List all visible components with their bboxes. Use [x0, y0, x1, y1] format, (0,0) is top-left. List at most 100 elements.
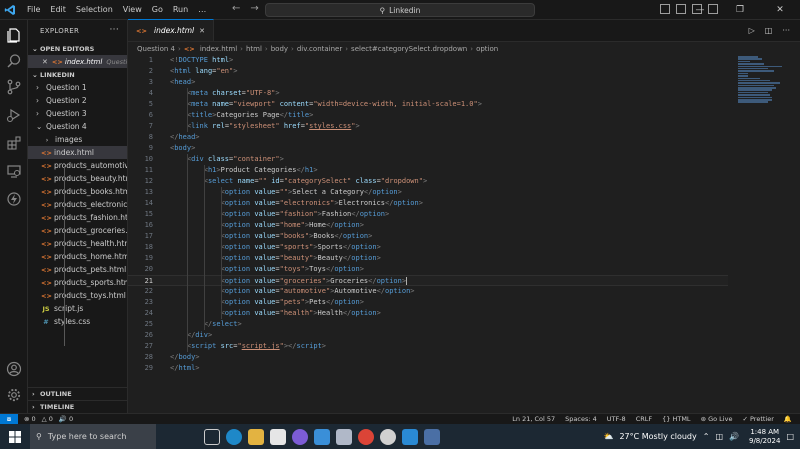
- run-icon[interactable]: ▷: [749, 26, 755, 35]
- file-item[interactable]: <> index.html: [28, 146, 127, 159]
- media-player-icon[interactable]: [292, 428, 308, 445]
- task-view-icon[interactable]: [204, 428, 220, 445]
- file-item[interactable]: <>products_automotiv...: [28, 159, 127, 172]
- network-icon[interactable]: ◫: [715, 432, 723, 441]
- code-line: <h1>Product Categories</h1>: [203, 166, 318, 174]
- file-item[interactable]: <> products_beauty.html: [28, 172, 127, 185]
- workspace-header[interactable]: ⌄ LINKEDIN: [28, 68, 127, 81]
- toggle-sidebar-icon[interactable]: [660, 4, 670, 14]
- more-actions-icon[interactable]: ···: [782, 26, 790, 35]
- close-tab-icon[interactable]: ✕: [199, 27, 205, 35]
- volume-icon[interactable]: 🔊: [729, 432, 739, 441]
- windows-start-icon[interactable]: [0, 430, 30, 443]
- close-icon[interactable]: ✕: [760, 0, 800, 20]
- back-arrow-icon[interactable]: ←: [232, 3, 240, 14]
- remote-explorer-icon[interactable]: [5, 162, 23, 180]
- file-item[interactable]: <> products_sports.html: [28, 276, 127, 289]
- breadcrumb-item[interactable]: index.html: [200, 45, 237, 53]
- explorer-icon[interactable]: [5, 26, 23, 44]
- folder-item[interactable]: › images: [28, 133, 127, 146]
- indentation[interactable]: Spaces: 4: [565, 415, 597, 423]
- menu-selection[interactable]: Selection: [71, 0, 118, 20]
- notifications-bell-icon[interactable]: 🔔: [784, 415, 792, 423]
- command-center-search[interactable]: ⚲ Linkedin: [265, 3, 535, 17]
- outline-header[interactable]: › OUTLINE: [28, 387, 128, 400]
- file-item[interactable]: <> products_toys.html: [28, 289, 127, 302]
- menu-edit[interactable]: Edit: [45, 0, 71, 20]
- breadcrumb-item[interactable]: option: [476, 45, 498, 53]
- app-icon[interactable]: [314, 428, 330, 445]
- folder-item[interactable]: › Question 3: [28, 107, 127, 120]
- remote-indicator-icon[interactable]: ⧇: [0, 413, 18, 425]
- app-icon[interactable]: [380, 428, 396, 445]
- language-mode[interactable]: {} HTML: [662, 415, 690, 423]
- vscode-taskbar-icon[interactable]: [402, 428, 418, 445]
- edge-browser-icon[interactable]: [226, 428, 242, 445]
- encoding[interactable]: UTF-8: [607, 415, 626, 423]
- file-item[interactable]: <> products_health.html: [28, 237, 127, 250]
- menu-file[interactable]: File: [22, 0, 45, 20]
- open-editor-item[interactable]: ✕ <> index.html Questi...: [28, 55, 127, 68]
- close-editor-icon[interactable]: ✕: [42, 58, 48, 66]
- split-editor-icon[interactable]: ◫: [765, 26, 773, 35]
- taskbar-search-box[interactable]: ⚲ Type here to search: [30, 424, 156, 449]
- notification-icon[interactable]: □: [786, 432, 794, 441]
- account-icon[interactable]: [5, 360, 23, 378]
- menu-go[interactable]: Go: [147, 0, 168, 20]
- line-number: 4: [148, 89, 153, 97]
- file-item[interactable]: <> products_books.html: [28, 185, 127, 198]
- menu-run[interactable]: Run: [168, 0, 193, 20]
- settings-gear-icon[interactable]: [5, 386, 23, 404]
- live-share-icon[interactable]: [5, 190, 23, 208]
- breadcrumb-item[interactable]: Question 4: [137, 45, 175, 53]
- explorer-sidebar: EXPLORER ··· ⌄ OPEN EDITORS ✕ <> index.h…: [28, 20, 128, 413]
- minimap[interactable]: [738, 56, 786, 116]
- store-icon[interactable]: [270, 428, 286, 445]
- more-actions-icon[interactable]: ···: [110, 25, 119, 35]
- line-number: 20: [144, 265, 153, 273]
- folder-item[interactable]: ⌄ Question 4: [28, 120, 127, 133]
- chevron-up-icon[interactable]: ⌃: [703, 432, 710, 441]
- folder-item[interactable]: › Question 2: [28, 94, 127, 107]
- search-icon[interactable]: [5, 52, 23, 70]
- warnings-indicator[interactable]: △ 0: [42, 415, 53, 423]
- breadcrumb-item[interactable]: div.container: [297, 45, 342, 53]
- file-item[interactable]: JS script.js: [28, 302, 127, 315]
- ports-indicator[interactable]: 🔊 0: [59, 415, 73, 423]
- minimize-icon[interactable]: —: [680, 0, 720, 20]
- run-debug-icon[interactable]: [5, 106, 23, 124]
- end-of-line[interactable]: CRLF: [636, 415, 652, 423]
- breadcrumb-item[interactable]: html: [246, 45, 262, 53]
- cursor-position[interactable]: Ln 21, Col 57: [512, 415, 555, 423]
- source-control-icon[interactable]: [5, 78, 23, 96]
- menu-more[interactable]: …: [193, 0, 211, 20]
- breadcrumb-item[interactable]: body: [271, 45, 288, 53]
- file-item[interactable]: <>products_fashion.html: [28, 211, 127, 224]
- go-live-button[interactable]: ⊛ Go Live: [701, 415, 733, 423]
- errors-indicator[interactable]: ⊗ 0: [24, 415, 36, 423]
- file-explorer-icon[interactable]: [248, 428, 264, 445]
- timeline-header[interactable]: › TIMELINE: [28, 400, 128, 413]
- app-icon[interactable]: [336, 428, 352, 445]
- file-item[interactable]: <> products_home.html: [28, 250, 127, 263]
- tab-index-html[interactable]: <> index.html ✕: [128, 19, 214, 41]
- prettier-button[interactable]: ✓ Prettier: [742, 415, 773, 423]
- breadcrumb-item[interactable]: select#categorySelect.dropdown: [351, 45, 467, 53]
- file-item[interactable]: <>products_electronics....: [28, 198, 127, 211]
- weather-icon[interactable]: ⛅: [603, 432, 613, 441]
- open-editors-header[interactable]: ⌄ OPEN EDITORS: [28, 42, 127, 55]
- clock[interactable]: 1:48 AM 9/8/2024: [749, 428, 780, 446]
- file-item[interactable]: # styles.css: [28, 315, 127, 328]
- folder-item[interactable]: › Question 1: [28, 81, 127, 94]
- line-number: 3: [148, 78, 153, 86]
- file-item[interactable]: <> products_groceries....: [28, 224, 127, 237]
- chrome-browser-icon[interactable]: [358, 428, 374, 445]
- file-item[interactable]: <> products_pets.html: [28, 263, 127, 276]
- system-tray: ⛅ 27°C Mostly cloudy ⌃ ◫ 🔊 1:48 AM 9/8/2…: [603, 424, 800, 449]
- restore-icon[interactable]: ❐: [720, 0, 760, 20]
- extensions-icon[interactable]: [5, 134, 23, 152]
- menu-view[interactable]: View: [118, 0, 147, 20]
- app-icon[interactable]: [424, 428, 440, 445]
- forward-arrow-icon[interactable]: →: [250, 3, 258, 14]
- weather-text[interactable]: 27°C Mostly cloudy: [619, 432, 696, 441]
